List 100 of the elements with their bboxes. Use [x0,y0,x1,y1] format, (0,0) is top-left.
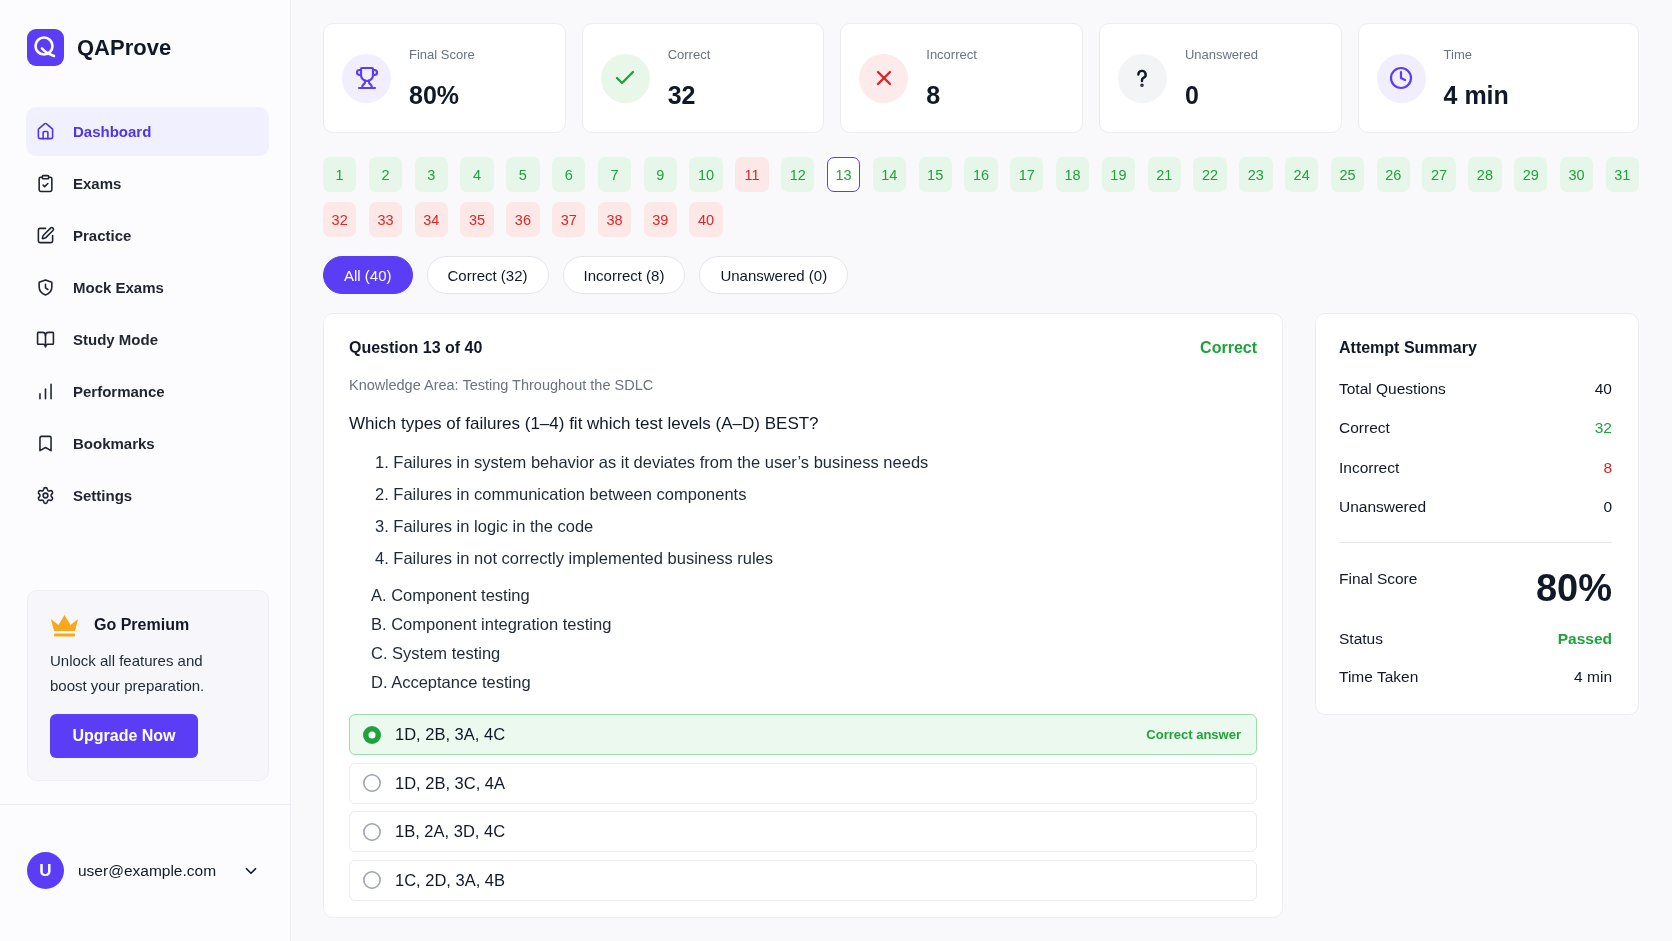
summary-value: 0 [1603,497,1612,516]
nav-item[interactable]: Exams [26,159,269,208]
question-number-chip[interactable]: 16 [964,157,998,192]
question-number-chip[interactable]: 39 [643,202,677,237]
question-number-chip[interactable]: 25 [1330,157,1365,192]
question-number-chip[interactable]: 36 [506,202,540,237]
radio-icon[interactable] [363,725,381,744]
summary-value: 4 min [1574,667,1612,686]
bar-chart-icon [36,382,55,401]
radio-icon[interactable] [363,871,381,889]
question-number-chip[interactable]: 19 [1101,157,1136,192]
question-number-chip[interactable]: 1 [323,157,357,192]
question-number-chip[interactable]: 37 [552,202,586,237]
pencil-square-icon [36,226,55,245]
question-number-chip[interactable]: 26 [1376,157,1410,192]
summary-value: 32 [1594,419,1612,438]
summary-label: Total Questions [1339,380,1446,398]
nav-item[interactable]: Bookmarks [26,419,269,468]
question-number-chip[interactable]: 10 [689,157,723,192]
user-avatar: U [27,852,64,889]
summary-label: Correct [1339,419,1390,438]
question-number-chip[interactable]: 6 [552,157,586,192]
question-number-chip[interactable]: 9 [643,157,677,192]
question-number-chip[interactable]: 13 [826,157,861,192]
summary-label: Incorrect [1339,458,1400,477]
summary-label: Unanswered [1339,497,1427,516]
question-number-chip[interactable]: 33 [368,202,403,237]
nav-item[interactable]: Settings [26,471,269,520]
filter-tab[interactable]: Unanswered (0) [699,256,849,294]
question-number-chip[interactable]: 30 [1559,157,1594,192]
test-level-item: D. Acceptance testing [371,672,531,693]
question-number-chip[interactable]: 3 [414,157,448,192]
answer-option[interactable]: 1B, 2A, 3D, 4C [349,811,1257,852]
clipboard-icon [36,174,55,193]
knowledge-area: Knowledge Area: Testing Throughout the SDLC [349,375,1257,395]
nav-item[interactable]: Performance [26,367,269,416]
bookmark-icon [36,434,55,453]
summary-label: Final Score [1339,568,1418,589]
question-number-chip[interactable]: 17 [1010,157,1044,192]
question-number-chip[interactable]: 28 [1468,157,1502,192]
shield-clock-icon [36,278,55,297]
question-number-chip[interactable]: 18 [1055,157,1090,192]
statement-item: 4. Failures in not correctly implemented business rules [375,548,773,569]
stat-label: Incorrect [926,46,977,62]
question-number-chip[interactable]: 31 [1605,157,1639,192]
book-icon [36,330,55,349]
stat-label: Correct [667,46,711,62]
question-text: Which types of failures (1–4) fit which test levels (A–D) BEST? [349,413,820,435]
stat-value: 4 min [1443,80,1509,110]
nav-item[interactable]: Study Mode [26,315,269,364]
filter-tab[interactable]: Incorrect (8) [562,256,686,294]
statement-item: 2. Failures in communication between components [375,484,747,505]
nav-item[interactable]: Dashboard [26,107,269,156]
summary-value: Passed [1557,629,1612,648]
nav-item[interactable]: Mock Exams [26,263,269,312]
question-number-chip[interactable]: 11 [735,157,769,192]
question-number-chip[interactable]: 32 [323,202,357,237]
user-email: user@example.com [78,861,217,880]
stat-value: 32 [667,80,697,110]
question-number-chip[interactable]: 4 [460,157,494,192]
summary-label: Status [1339,629,1383,648]
summary-label: Time Taken [1339,667,1419,686]
question-number-chip[interactable]: 40 [689,202,723,237]
summary-value: 40 [1594,380,1612,398]
statement-item: 1. Failures in system behavior as it deviates from the user’s business needs [375,452,929,473]
question-number-chip[interactable]: 29 [1514,157,1548,192]
question-number-chip[interactable]: 15 [918,157,952,192]
radio-icon[interactable] [363,822,381,841]
question-number-chip[interactable]: 22 [1193,157,1227,192]
question-number-chip[interactable]: 7 [597,157,632,192]
filter-tab[interactable]: All (40) [323,256,413,294]
answer-option[interactable]: 1C, 2D, 3A, 4B [349,859,1257,901]
answer-option[interactable]: 1D, 2B, 3C, 4A [349,762,1257,804]
question-number-chip[interactable]: 24 [1285,157,1319,192]
question-number-chip[interactable]: 21 [1147,157,1181,192]
test-level-item: C. System testing [371,643,501,664]
question-number-chip[interactable]: 38 [597,202,632,237]
brand-name: QAProve [77,34,172,61]
correct-answer-note: Correct answer [1146,727,1241,742]
question-number-chip[interactable]: 23 [1239,157,1273,192]
question-number-chip[interactable]: 12 [781,157,815,192]
question-number-chip[interactable]: 14 [872,157,907,192]
filter-tab[interactable]: Correct (32) [426,256,549,294]
radio-icon[interactable] [363,774,381,792]
question-number-chip[interactable]: 35 [460,202,494,237]
question-number-chip[interactable]: 2 [368,157,403,192]
summary-value: 8 [1603,458,1612,477]
question-number-chip[interactable]: 34 [414,202,448,237]
logo-icon [27,29,64,66]
question-number-chip[interactable]: 5 [506,157,540,192]
upgrade-button[interactable]: Upgrade Now [50,714,198,758]
test-level-item: B. Component integration testing [371,614,612,635]
question-title: Question 13 of 40 [349,339,483,357]
nav-item[interactable]: Practice [26,211,269,260]
stat-label: Unanswered [1184,46,1258,62]
premium-text: Unlock all features and boost your preparation. [50,651,206,696]
question-number-chip[interactable]: 27 [1422,157,1456,192]
answer-option[interactable]: 1D, 2B, 3A, 4C Correct answer [349,714,1257,755]
final-score-value: 80% [1535,565,1612,610]
premium-title: Go Premium [94,616,190,634]
